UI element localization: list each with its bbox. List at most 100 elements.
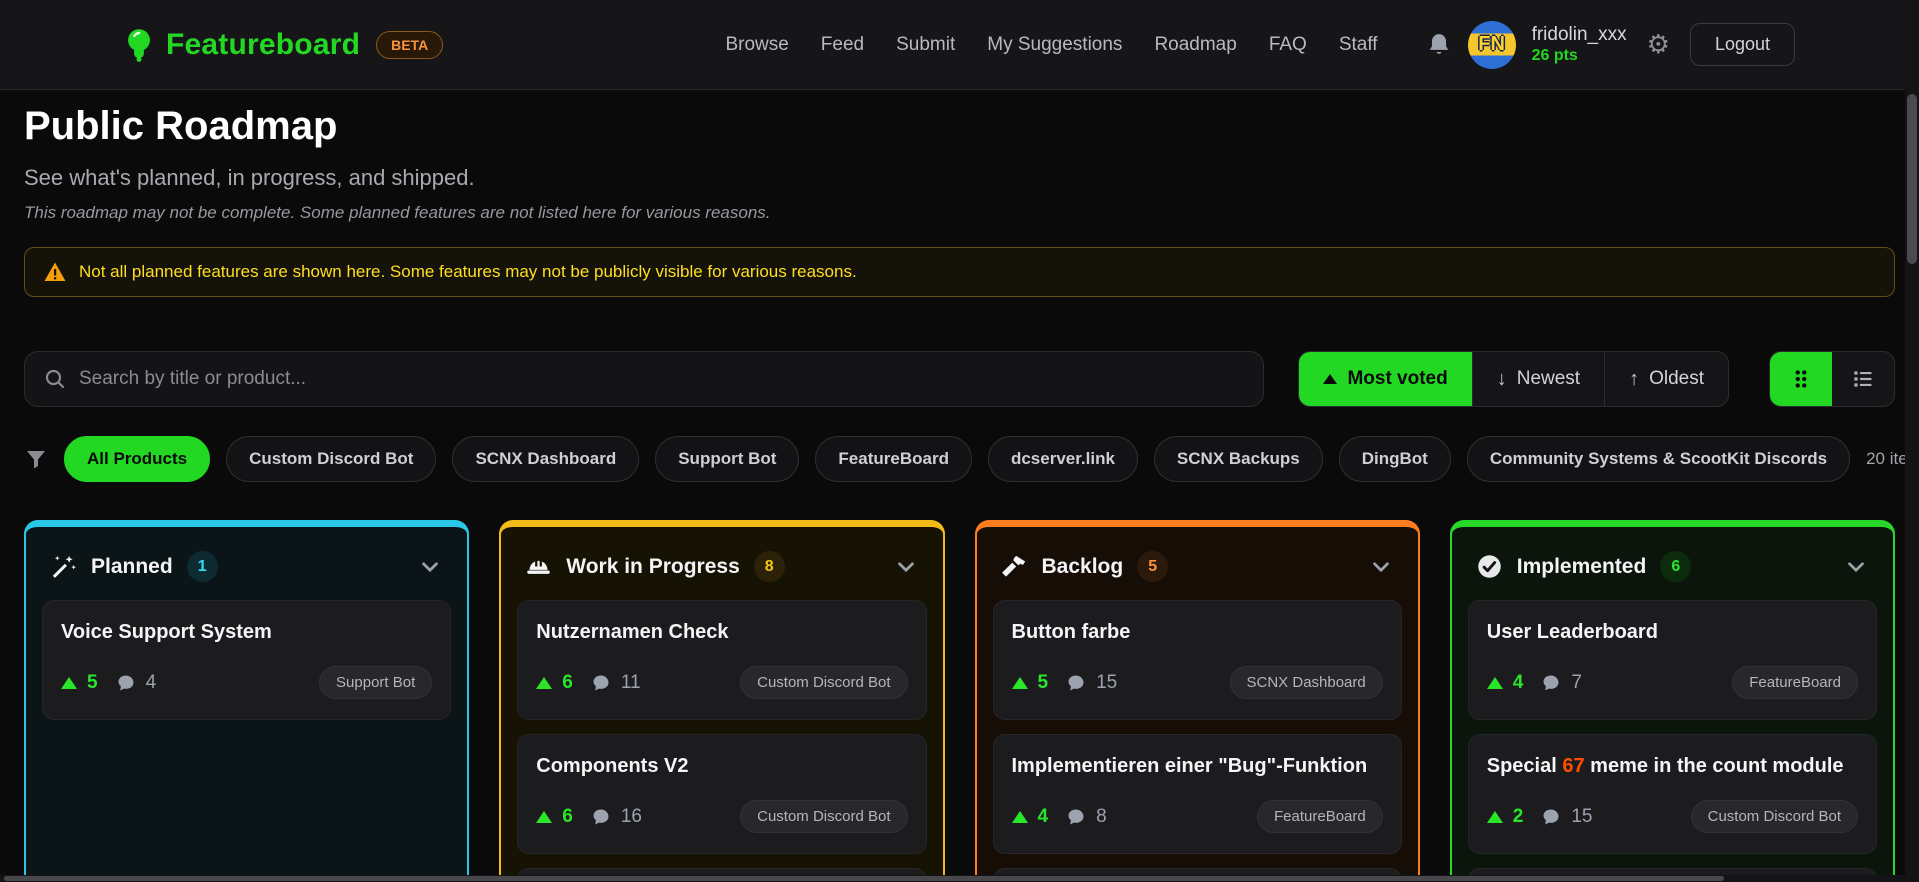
upvote-icon[interactable] <box>536 676 553 689</box>
chevron-down-icon[interactable] <box>417 554 443 580</box>
lightbulb-icon <box>128 28 150 62</box>
upvote-icon[interactable] <box>536 810 553 823</box>
comment-icon <box>1543 809 1559 824</box>
roadmap-card[interactable]: Voice Support System 5 4 Support Bot <box>42 600 452 720</box>
beta-badge: BETA <box>376 30 444 59</box>
warning-text: Not all planned features are shown here.… <box>79 262 857 281</box>
sort-oldest-button[interactable]: ↑ Oldest <box>1605 352 1728 406</box>
product-tag[interactable]: FeatureBoard <box>1257 800 1383 833</box>
product-tag[interactable]: Custom Discord Bot <box>740 666 908 699</box>
comment-icon <box>1543 675 1559 690</box>
column-title: Planned <box>91 554 173 578</box>
comment-count: 11 <box>620 671 641 693</box>
nav-user-area: FN fridolin_xxx 26 pts ⚙ Logout <box>1426 20 1795 69</box>
avatar[interactable]: FN <box>1467 20 1516 69</box>
column-header: Backlog 5 <box>993 543 1402 586</box>
upvote-icon[interactable] <box>61 676 77 689</box>
horizontal-scrollbar[interactable] <box>0 875 1905 882</box>
nav-link-my-suggestions[interactable]: My Suggestions <box>987 34 1122 56</box>
upvote-icon[interactable] <box>1486 810 1503 823</box>
product-tag[interactable]: Support Bot <box>319 666 433 699</box>
list-view-button[interactable] <box>1832 352 1894 406</box>
roadmap-card[interactable]: Button farbe 5 15 SCNX Dashboard <box>992 600 1402 720</box>
chevron-down-icon[interactable] <box>1368 554 1394 580</box>
filter-chip-support-bot[interactable]: Support Bot <box>655 436 800 482</box>
upvote-icon[interactable] <box>1486 676 1503 689</box>
product-tag[interactable]: FeatureBoard <box>1732 666 1858 699</box>
product-tag[interactable]: Custom Discord Bot <box>740 800 908 833</box>
roadmap-card[interactable]: Implementieren einer "Bug"-Funktion 4 8 … <box>992 734 1402 854</box>
featureboard-logo[interactable]: Featureboard BETA <box>124 28 444 62</box>
search-icon <box>45 369 65 389</box>
vote-count: 6 <box>562 671 573 693</box>
page-title: Public Roadmap <box>24 104 338 148</box>
logout-button[interactable]: Logout <box>1689 23 1795 66</box>
card-title-part: Special <box>1486 755 1563 777</box>
main-content: Public Roadmap See what's planned, in pr… <box>0 104 1919 882</box>
horizontal-scrollbar-thumb[interactable] <box>4 876 1724 881</box>
card-title: Implementieren einer "Bug"-Funktion <box>1011 755 1368 777</box>
filter-chip-community-systems[interactable]: Community Systems & ScootKit Discords <box>1466 436 1851 482</box>
nav-link-roadmap[interactable]: Roadmap <box>1154 34 1236 56</box>
settings-gear-icon[interactable]: ⚙ <box>1647 29 1670 60</box>
product-tag[interactable]: Custom Discord Bot <box>1690 800 1858 833</box>
column-title: Implemented <box>1516 554 1647 578</box>
card-title-part: meme in the count module <box>1584 755 1844 777</box>
warning-triangle-icon <box>44 262 66 281</box>
comment-count: 7 <box>1571 671 1582 693</box>
card-meta: 6 11 Custom Discord Bot <box>536 666 908 699</box>
card-meta: 4 8 FeatureBoard <box>1011 800 1383 833</box>
nav-link-submit[interactable]: Submit <box>896 34 955 56</box>
column-work-in-progress: Work in Progress 8 Nutzernamen Check 6 1… <box>499 520 945 882</box>
column-title: Backlog <box>1041 554 1124 578</box>
vote-count: 6 <box>562 805 573 827</box>
username: fridolin_xxx <box>1531 23 1627 45</box>
roadmap-card[interactable]: User Leaderboard 4 7 FeatureBoard <box>1467 600 1877 720</box>
hard-hat-icon <box>527 560 550 574</box>
upvote-icon[interactable] <box>1011 810 1028 823</box>
roadmap-card[interactable]: Components V2 6 16 Custom Discord Bot <box>517 734 927 854</box>
column-title: Work in Progress <box>566 554 740 578</box>
chevron-down-icon[interactable] <box>893 554 919 580</box>
nav-link-staff[interactable]: Staff <box>1339 34 1378 56</box>
up-triangle-icon <box>1323 374 1338 384</box>
grid-icon <box>1795 370 1807 388</box>
vertical-scrollbar-thumb[interactable] <box>1907 94 1917 264</box>
nav-link-feed[interactable]: Feed <box>821 34 864 56</box>
nav-link-faq[interactable]: FAQ <box>1269 34 1307 56</box>
down-arrow-icon: ↓ <box>1496 367 1507 390</box>
upvote-icon[interactable] <box>1011 676 1028 689</box>
card-meta: 5 4 Support Bot <box>61 666 433 699</box>
user-points: 26 pts <box>1531 47 1578 65</box>
search-input[interactable] <box>79 368 1246 390</box>
product-tag[interactable]: SCNX Dashboard <box>1229 666 1383 699</box>
column-header: Work in Progress 8 <box>517 543 926 586</box>
toolbar: Most voted ↓ Newest ↑ Oldest <box>24 351 1895 407</box>
magic-wand-icon <box>52 555 76 578</box>
card-title: User Leaderboard <box>1486 621 1658 643</box>
filter-chip-scnx-dashboard[interactable]: SCNX Dashboard <box>452 436 640 482</box>
chevron-down-icon[interactable] <box>1843 554 1869 580</box>
user-meta: fridolin_xxx 26 pts <box>1532 24 1627 66</box>
column-planned: Planned 1 Voice Support System 5 4 Suppo… <box>24 520 470 882</box>
page-subtitle: See what's planned, in progress, and shi… <box>24 165 475 190</box>
vertical-scrollbar[interactable] <box>1905 0 1919 882</box>
nav-links: Browse Feed Submit My Suggestions Roadma… <box>725 34 1377 56</box>
filter-chip-custom-discord-bot[interactable]: Custom Discord Bot <box>226 436 437 482</box>
notification-bell-icon[interactable] <box>1426 32 1452 58</box>
filter-chip-all-products[interactable]: All Products <box>64 436 211 482</box>
sort-most-voted-button[interactable]: Most voted <box>1299 352 1473 406</box>
roadmap-card[interactable]: Nutzernamen Check 6 11 Custom Discord Bo… <box>517 600 927 720</box>
roadmap-card[interactable]: Special 67 meme in the count module 2 15… <box>1467 734 1877 854</box>
filter-chip-dcserver-link[interactable]: dcserver.link <box>987 436 1138 482</box>
view-toggle <box>1769 351 1895 407</box>
filter-chip-scnx-backups[interactable]: SCNX Backups <box>1153 436 1323 482</box>
grid-view-button[interactable] <box>1770 352 1832 406</box>
filter-chip-dingbot[interactable]: DingBot <box>1338 436 1451 482</box>
vote-count: 4 <box>1512 671 1524 693</box>
sort-newest-button[interactable]: ↓ Newest <box>1473 352 1606 406</box>
nav-link-browse[interactable]: Browse <box>725 34 788 56</box>
card-title: Button farbe <box>1011 621 1131 643</box>
card-meta: 2 15 Custom Discord Bot <box>1486 800 1858 833</box>
filter-chip-featureboard[interactable]: FeatureBoard <box>815 436 972 482</box>
